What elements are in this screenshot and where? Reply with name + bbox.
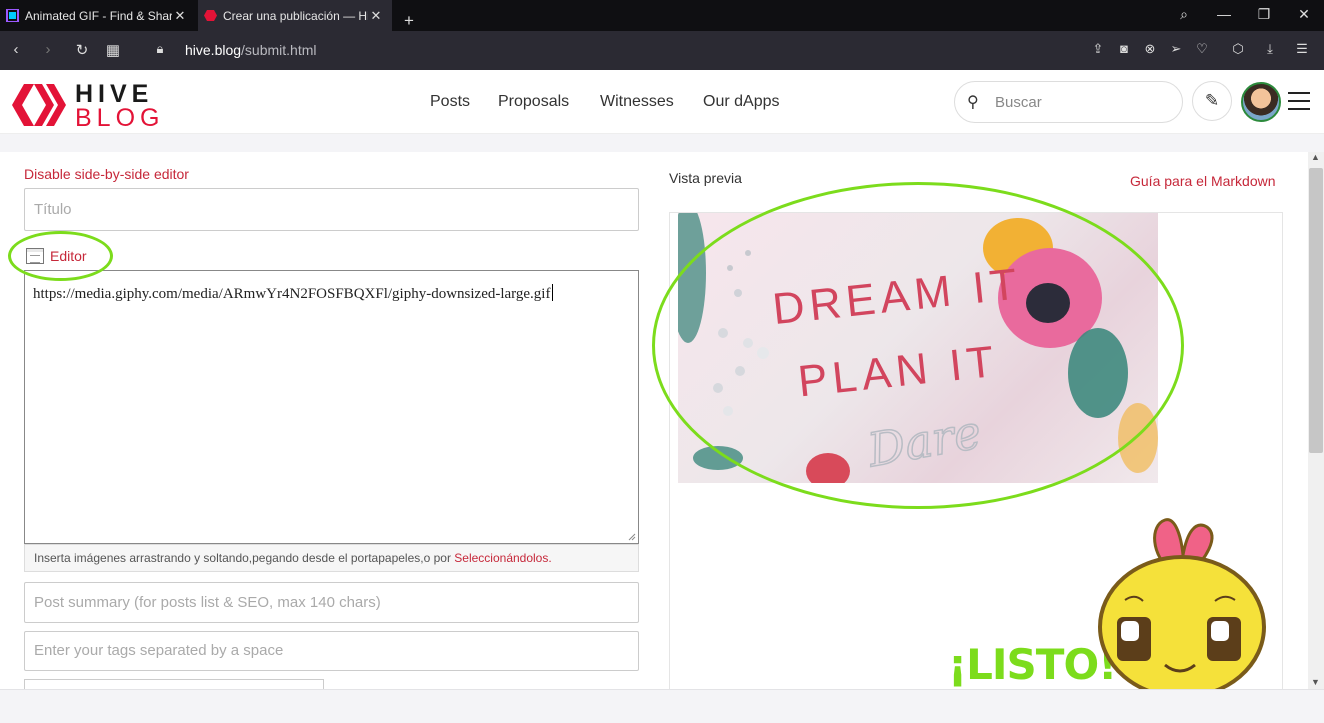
search-placeholder: Buscar — [995, 94, 1042, 111]
download-icon[interactable]: ⤓ — [1260, 41, 1280, 57]
body-text: https://media.giphy.com/media/ARmwYr4N2F… — [33, 286, 551, 302]
avatar[interactable] — [1241, 82, 1281, 122]
browser-nav-bar: ‹ › ↻ ▦ 🔒︎ hive.blog/submit.html ⇪ ◙ ⊗ ➢… — [0, 31, 1324, 70]
menu-icon[interactable]: ☰ — [1292, 41, 1312, 57]
tags-input[interactable]: Enter your tags separated by a space — [24, 631, 639, 671]
upload-note-text: Inserta imágenes arrastrando y soltando,… — [34, 551, 455, 565]
url-path: /submit.html — [241, 42, 317, 58]
scroll-up-icon[interactable]: ▲ — [1311, 152, 1320, 162]
logo-text-blog[interactable]: BLOG — [75, 106, 164, 131]
write-post-button[interactable]: ✎ — [1192, 81, 1232, 121]
bottom-strip — [0, 689, 1324, 723]
address-bar[interactable]: hive.blog/submit.html — [185, 42, 317, 58]
summary-input[interactable]: Post summary (for posts list & SEO, max … — [24, 582, 639, 623]
cube-icon[interactable]: ⬡ — [1228, 41, 1248, 57]
nav-posts[interactable]: Posts — [430, 93, 470, 111]
hive-favicon-icon — [204, 10, 217, 21]
tab-hive[interactable]: Crear una publicación — Hive ✕ — [198, 0, 392, 31]
share-icon[interactable]: ⇪ — [1088, 41, 1108, 57]
close-tab-icon[interactable]: ✕ — [172, 8, 188, 24]
lock-icon[interactable]: 🔒︎ — [150, 41, 170, 57]
nav-our-dapps[interactable]: Our dApps — [703, 93, 779, 111]
grid-icon[interactable]: ▦ — [103, 41, 123, 59]
scrollbar-thumb[interactable] — [1309, 168, 1323, 453]
scroll-down-icon[interactable]: ▼ — [1311, 677, 1320, 687]
tab-title: Crear una publicación — Hive — [223, 8, 368, 23]
highlight-ring-preview — [652, 182, 1184, 509]
close-tab-icon[interactable]: ✕ — [368, 8, 384, 24]
listo-sticker-text: ¡LISTO! — [948, 640, 1117, 689]
forward-icon[interactable]: › — [38, 41, 58, 58]
url-host: hive.blog — [185, 42, 242, 58]
text-caret — [552, 284, 554, 301]
markdown-guide-link[interactable]: Guía para el Markdown — [1130, 173, 1276, 189]
heart-icon[interactable]: ♡ — [1192, 41, 1212, 57]
title-input[interactable]: Título — [24, 188, 639, 231]
preview-heading: Vista previa — [669, 170, 742, 186]
hamburger-menu-icon[interactable] — [1288, 92, 1310, 116]
search-input[interactable]: ⚲ Buscar — [954, 81, 1183, 123]
block-icon[interactable]: ⊗ — [1140, 41, 1160, 57]
highlight-ring-editor — [8, 231, 113, 281]
camera-icon[interactable]: ◙ — [1114, 41, 1134, 56]
send-icon[interactable]: ➢ — [1166, 41, 1186, 57]
reload-icon[interactable]: ↻ — [72, 41, 92, 59]
nav-proposals[interactable]: Proposals — [498, 93, 569, 111]
image-upload-note: Inserta imágenes arrastrando y soltando,… — [24, 544, 639, 572]
tab-title: Animated GIF - Find & Share — [25, 8, 172, 23]
disable-side-by-side-link[interactable]: Disable side-by-side editor — [24, 166, 189, 182]
browser-tab-bar: Animated GIF - Find & Share ✕ Crear una … — [0, 0, 1324, 31]
select-images-link[interactable]: Seleccionándolos. — [454, 551, 551, 565]
pencil-icon: ✎ — [1204, 91, 1220, 110]
body-textarea[interactable]: https://media.giphy.com/media/ARmwYr4N2F… — [24, 270, 639, 544]
logo-text-hive[interactable]: HIVE — [75, 82, 153, 107]
search-icon: ⚲ — [967, 94, 979, 111]
site-header: HIVE BLOG Posts Proposals Witnesses Our … — [0, 70, 1324, 134]
hive-logo-icon[interactable] — [12, 82, 66, 128]
resize-handle-icon[interactable] — [628, 533, 636, 541]
back-icon[interactable]: ‹ — [6, 41, 26, 58]
giphy-favicon-icon — [6, 9, 19, 22]
minimize-icon[interactable]: — — [1214, 6, 1234, 22]
nav-witnesses[interactable]: Witnesses — [600, 93, 674, 111]
search-icon[interactable]: ⌕ — [1174, 6, 1194, 23]
community-selector[interactable] — [24, 679, 324, 689]
yellow-chick-sticker-icon — [1098, 518, 1266, 699]
tab-giphy[interactable]: Animated GIF - Find & Share ✕ — [0, 0, 196, 31]
close-window-icon[interactable]: ✕ — [1294, 6, 1314, 23]
restore-icon[interactable]: ❐ — [1254, 6, 1274, 23]
